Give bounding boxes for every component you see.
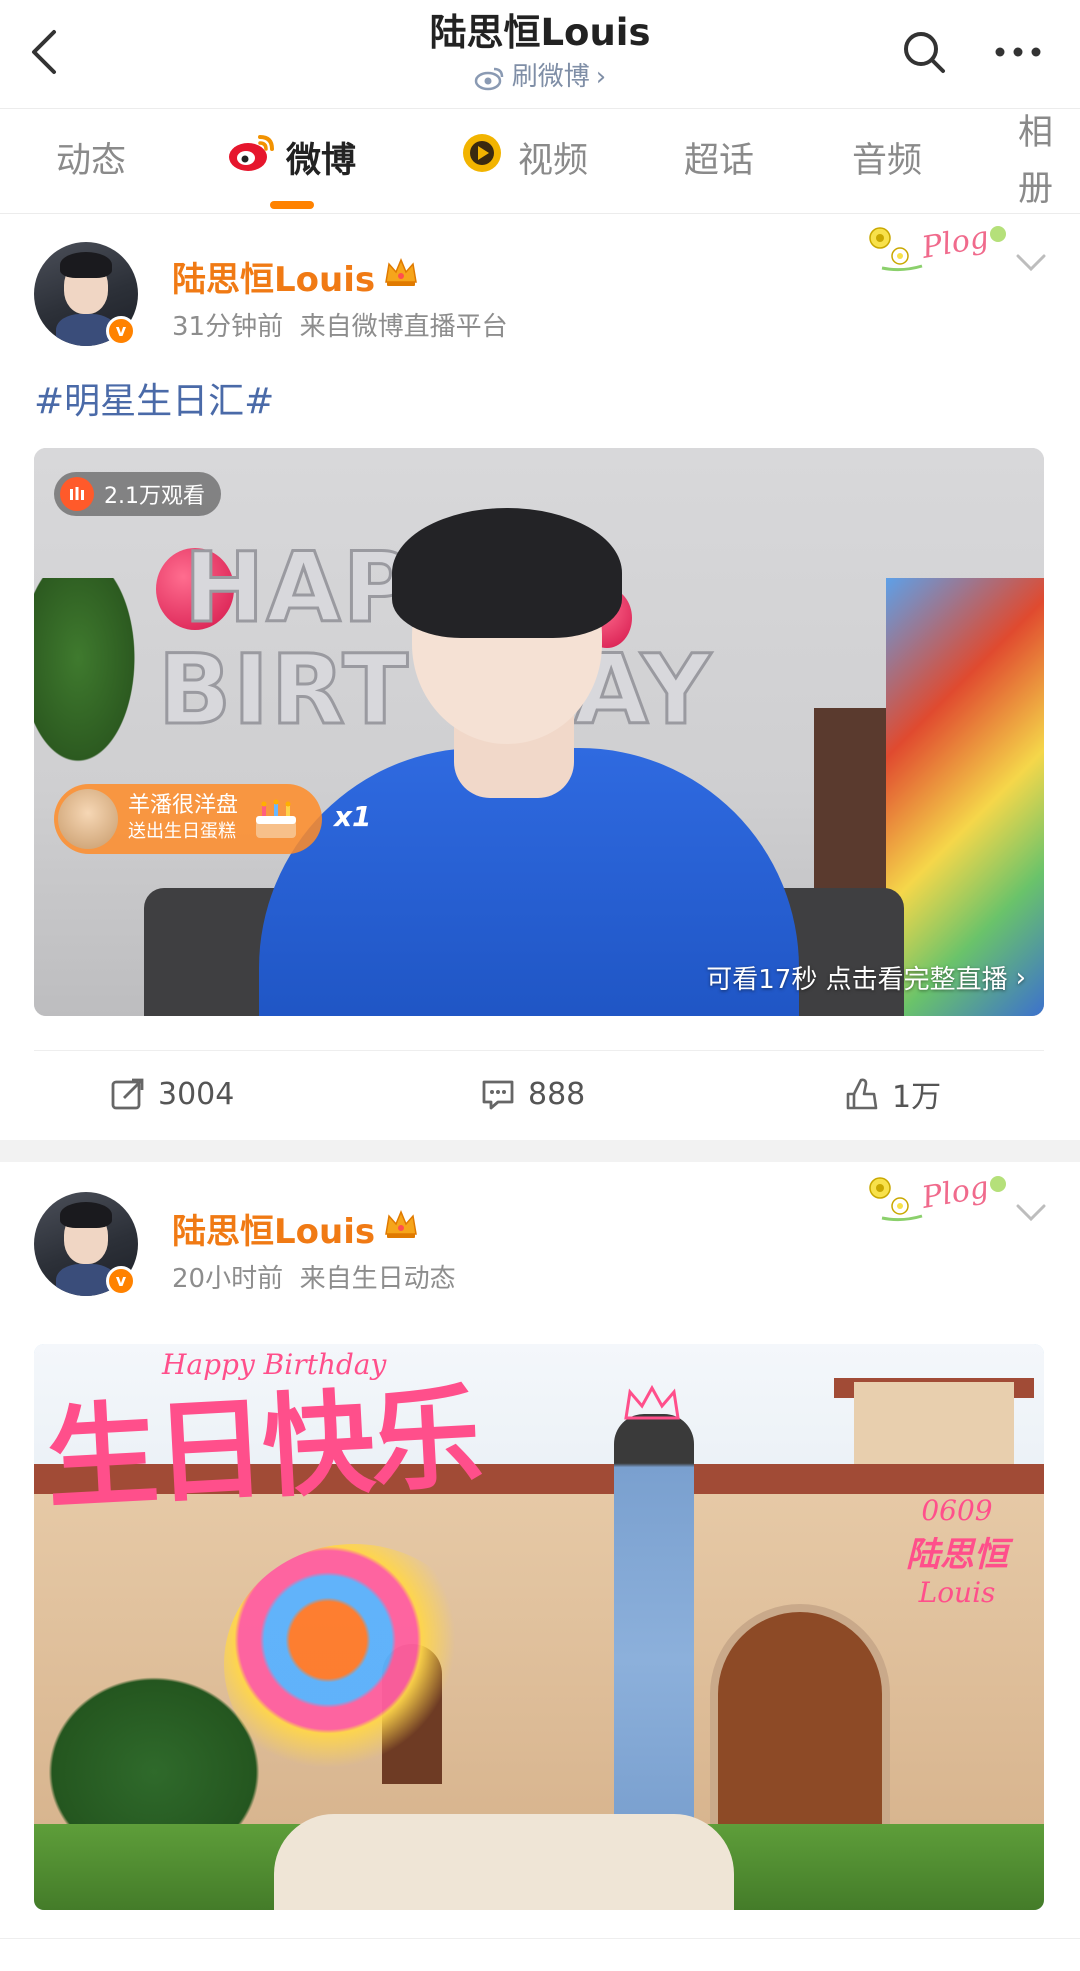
post-card: v 陆思恒Louis 31分钟前 来自微博直播平台 Plog #明星生日汇# H… — [0, 216, 1080, 1140]
comment-button[interactable]: 888 — [480, 1069, 585, 1119]
hashtag-link[interactable]: #明星生日汇# — [34, 372, 274, 424]
next-post-edge — [0, 1938, 1080, 1971]
post-time: 20小时前 — [172, 1264, 284, 1294]
tab-label: 相册 — [1018, 113, 1054, 209]
crown-icon — [383, 256, 419, 297]
crown-doodle-icon — [624, 1384, 680, 1420]
plog-text: Plog — [918, 220, 991, 266]
tab-label: 微博 — [286, 141, 357, 181]
comment-count: 888 — [528, 1076, 586, 1112]
subtitle-text: 刷微博 — [511, 62, 590, 92]
plant-decor — [34, 578, 144, 778]
profile-tabs: 动态 微博 视频 超话 音频 相册 — [0, 108, 1080, 214]
live-video-player[interactable]: HAP BIRT AY 2.1万观看 羊潘很洋盘 送出生日蛋糕 x1 可看17秒… — [34, 448, 1044, 1016]
cta-text: 可看17秒 点击看完整直播 — [706, 965, 1008, 995]
like-button[interactable]: 1万 — [844, 1069, 941, 1119]
tab-label: 音频 — [852, 141, 923, 181]
author-name-text: 陆思恒Louis — [172, 1212, 376, 1252]
author-name[interactable]: 陆思恒Louis — [172, 1204, 419, 1253]
like-count: 1万 — [892, 1080, 942, 1115]
post-meta: 20小时前 来自生日动态 — [172, 1258, 456, 1295]
chevron-down-icon[interactable] — [1014, 248, 1048, 278]
gift-user-name: 羊潘很洋盘 — [128, 793, 239, 818]
tab-album[interactable]: 相册 — [1018, 113, 1080, 209]
gift-user-avatar — [58, 789, 118, 849]
plog-sticker: Plog — [869, 220, 1006, 272]
top-bar: 陆思恒Louis 刷微博 › — [0, 0, 1080, 108]
weibo-eye-icon — [474, 60, 506, 94]
chevron-right-icon: › — [595, 62, 607, 92]
gift-count: x1 — [334, 800, 372, 833]
gift-description: 送出生日蛋糕 — [128, 821, 236, 842]
signature-en: Louis — [918, 1576, 996, 1609]
post-source: 来自生日动态 — [299, 1264, 456, 1294]
more-button[interactable] — [990, 34, 1046, 70]
comment-icon — [482, 1080, 514, 1110]
like-icon — [846, 1078, 878, 1110]
signature-date: 0609 — [921, 1494, 993, 1527]
post-time: 31分钟前 — [172, 312, 284, 342]
post-actions: 3004 888 1万 — [34, 1050, 1044, 1138]
tab-active-indicator — [270, 201, 314, 209]
gift-notification: 羊潘很洋盘 送出生日蛋糕 — [54, 784, 323, 854]
foil-letters: BIRT — [157, 633, 410, 748]
tab-label: 动态 — [56, 141, 127, 181]
watch-full-live-link[interactable]: 可看17秒 点击看完整直播 › — [706, 959, 1026, 996]
person — [614, 1414, 694, 1824]
search-button[interactable] — [900, 28, 948, 76]
tab-dynamic[interactable]: 动态 — [56, 133, 126, 189]
tab-label: 超话 — [684, 141, 755, 181]
plog-text: Plog — [918, 1170, 991, 1216]
tab-audio[interactable]: 音频 — [852, 133, 922, 189]
poster-signature: 0609 陆思恒 Louis — [882, 1494, 1032, 1609]
repost-button[interactable]: 3004 — [110, 1069, 234, 1119]
verified-badge: v — [106, 316, 136, 346]
painting-decor — [886, 578, 1044, 1016]
plog-sticker: Plog — [869, 1170, 1006, 1222]
refresh-weibo-link[interactable]: 刷微博 › — [474, 60, 606, 94]
repost-count: 3004 — [158, 1076, 235, 1112]
views-count: 2.1万观看 — [104, 484, 205, 509]
weibo-logo-icon — [226, 131, 276, 192]
verified-badge: v — [106, 1266, 136, 1296]
live-views-badge: 2.1万观看 — [54, 472, 221, 516]
author-name-text: 陆思恒Louis — [172, 260, 376, 300]
crown-icon — [383, 1208, 419, 1249]
post-source: 来自微博直播平台 — [299, 312, 508, 342]
tab-label: 视频 — [518, 141, 589, 181]
video-play-icon — [458, 131, 508, 192]
flower-doodle — [224, 1544, 484, 1784]
chevron-right-icon: › — [1015, 962, 1026, 993]
search-icon — [904, 32, 945, 73]
live-bars-icon — [60, 477, 94, 511]
post-meta: 31分钟前 来自微博直播平台 — [172, 306, 508, 343]
birthday-poster-image[interactable]: Happy Birthday 生日快乐 0609 陆思恒 Louis — [34, 1344, 1044, 1910]
foil-letters: HAP — [183, 531, 415, 646]
feed-separator — [0, 1140, 1080, 1162]
tab-weibo[interactable]: 微博 — [226, 133, 356, 189]
chevron-down-icon[interactable] — [1014, 1198, 1048, 1228]
tab-super-topic[interactable]: 超话 — [684, 133, 754, 189]
more-dots-icon — [995, 47, 1041, 57]
tab-video[interactable]: 视频 — [458, 133, 588, 189]
signature-name: 陆思恒 — [906, 1535, 1008, 1575]
author-name[interactable]: 陆思恒Louis — [172, 252, 419, 301]
cake-icon — [256, 799, 297, 838]
car — [274, 1814, 734, 1910]
repost-icon — [111, 1078, 144, 1110]
poster-title-cn: 生日快乐 — [43, 1371, 482, 1526]
